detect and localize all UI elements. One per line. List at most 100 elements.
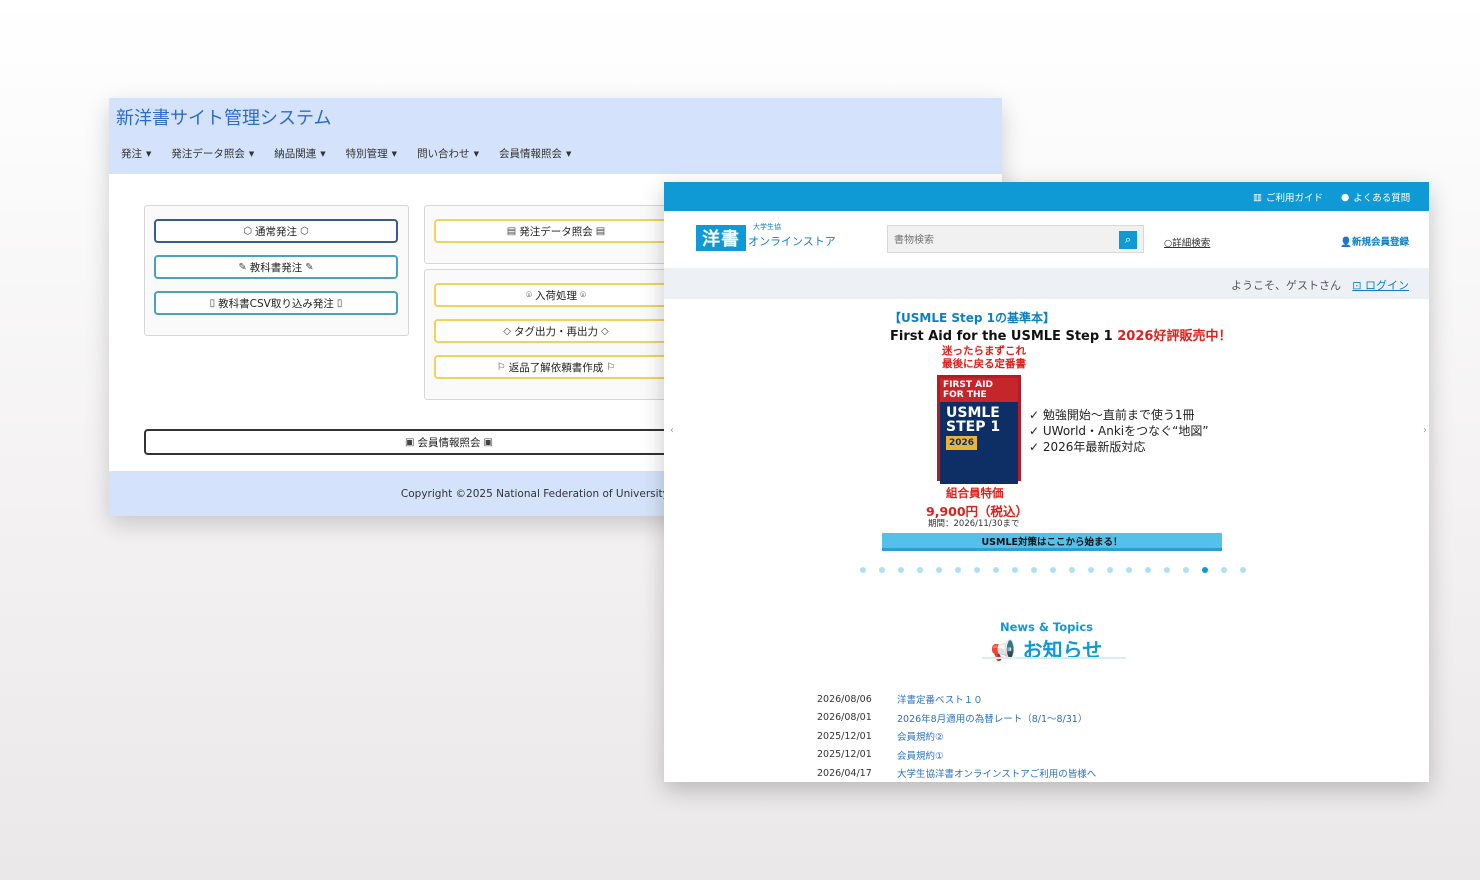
- caret-down-icon: ▼: [146, 149, 152, 158]
- next-slide-arrow[interactable]: ›: [1423, 425, 1427, 436]
- caret-down-icon: ▼: [248, 149, 255, 158]
- carousel-dot[interactable]: [917, 567, 923, 573]
- banner-catchphrase: 迷ったらまずこれ 最後に戻る定番書: [942, 345, 1026, 370]
- caret-down-icon: ▼: [565, 149, 572, 158]
- carousel-dot[interactable]: [955, 567, 961, 573]
- book-cover: FIRST AID FOR THE USMLE STEP 1 2026: [937, 375, 1021, 484]
- book-icon: ▥: [1253, 191, 1262, 203]
- search-box: ⌕: [887, 225, 1144, 254]
- textbook-order-button[interactable]: ✎ 教科書発注 ✎: [154, 255, 398, 279]
- news-item: 2026/08/01 2026年8月適用の為替レート（8/1〜8/31）: [817, 712, 1088, 725]
- nav-member[interactable]: 会員情報照会 ▼: [499, 146, 571, 161]
- carousel-dot[interactable]: [1126, 567, 1132, 573]
- id-card-icon: ▣: [483, 436, 493, 448]
- carousel-dot[interactable]: [1012, 567, 1018, 573]
- store-header: 洋書 オンラインストア 大学生協 ⌕ ○詳細検索 👤新規会員登録: [664, 211, 1429, 268]
- news-underline: [982, 657, 1126, 659]
- tag-icon: ◇: [503, 325, 511, 337]
- banner-headline: 【USMLE Step 1の基準本】: [889, 311, 1055, 325]
- news-item: 2025/12/01 会員規約①: [817, 749, 944, 762]
- box-icon: ⬡: [243, 225, 252, 237]
- pencil-icon: ✎: [305, 261, 314, 273]
- carousel-dot[interactable]: [1221, 567, 1227, 573]
- store-logo[interactable]: 洋書 オンラインストア 大学生協: [696, 223, 836, 251]
- carousel-dot[interactable]: [936, 567, 942, 573]
- carousel-dot[interactable]: [1145, 567, 1151, 573]
- caret-down-icon: ▼: [320, 149, 326, 158]
- prev-slide-arrow[interactable]: ‹: [670, 425, 674, 436]
- nav-delivery[interactable]: 納品関連 ▼: [274, 146, 325, 161]
- admin-nav: 発注 ▼ 発注データ照会 ▼ 納品関連 ▼ 特別管理 ▼ 問い合わせ ▼ 会員情報照会 ▼: [121, 146, 571, 161]
- receiving-button[interactable]: ⌾ 入荷処理 ⌾: [434, 283, 678, 307]
- box-icon: ⬡: [300, 225, 309, 237]
- register-link[interactable]: 👤新規会員登録: [1340, 234, 1409, 248]
- logo-sub: 大学生協: [753, 223, 781, 231]
- member-info-button[interactable]: ▣ 会員情報照会 ▣: [144, 429, 754, 455]
- caret-down-icon: ▼: [391, 149, 398, 158]
- banner-checklist: ✓ 勉強開始〜直前まで使う1冊 ✓ UWorld・Ankiをつなぐ“地図” ✓ …: [1029, 408, 1209, 454]
- search-icon: ⌕: [1124, 233, 1132, 246]
- flag-icon: ⚐: [606, 361, 616, 373]
- faq-link[interactable]: ● よくある質問: [1341, 190, 1410, 205]
- login-link[interactable]: ⊡ ログイン: [1352, 277, 1409, 293]
- banner-cta[interactable]: USMLE対策はここから始まる！: [882, 533, 1222, 551]
- book-title: USMLE STEP 1 2026: [940, 402, 1018, 454]
- carousel-dot[interactable]: [1164, 567, 1170, 573]
- guide-link[interactable]: ▥ ご利用ガイド: [1253, 190, 1323, 205]
- carousel-dot[interactable]: [1050, 567, 1056, 573]
- carousel-dot[interactable]: [860, 567, 866, 573]
- carousel-dot[interactable]: [1031, 567, 1037, 573]
- carousel-dot[interactable]: [1069, 567, 1075, 573]
- nav-special[interactable]: 特別管理 ▼: [346, 146, 397, 161]
- tag-icon: ◇: [601, 325, 609, 337]
- tag-output-button[interactable]: ◇ タグ出力・再出力 ◇: [434, 319, 678, 343]
- advanced-search-link[interactable]: ○詳細検索: [1164, 235, 1210, 249]
- admin-title: 新洋書サイト管理システム: [116, 108, 332, 129]
- welcome-text: ようこそ、ゲストさん: [1231, 279, 1341, 292]
- store-topbar: ▥ ご利用ガイド ● よくある質問: [664, 182, 1429, 211]
- carousel-dot[interactable]: [993, 567, 999, 573]
- news-title: News & Topics: [1000, 620, 1093, 634]
- return-request-button[interactable]: ⚐ 返品了解依頼書作成 ⚐: [434, 355, 678, 379]
- news-item: 2025/12/01 会員規約②: [817, 730, 944, 744]
- file-icon: ▯: [209, 297, 216, 309]
- question-circle-icon: ●: [1341, 191, 1350, 203]
- search-input[interactable]: [888, 226, 1116, 254]
- logo-text: オンラインストア: [748, 235, 836, 248]
- nav-order[interactable]: 発注 ▼: [121, 146, 151, 161]
- member-price-label: 組合員特価: [946, 486, 1004, 500]
- banner-title: First Aid for the USMLE Step 1 2026好評販売中…: [890, 329, 1232, 344]
- nav-inquiry[interactable]: 問い合わせ ▼: [417, 146, 479, 161]
- welcome-bar: ようこそ、ゲストさん ⊡ ログイン: [664, 268, 1429, 299]
- carousel-dot[interactable]: [1183, 567, 1189, 573]
- news-item: 2026/08/06 洋書定番ベスト１０: [817, 693, 983, 707]
- flag-icon: ⚐: [496, 361, 506, 373]
- textbook-csv-button[interactable]: ▯ 教科書CSV取り込み発注 ▯: [154, 291, 398, 315]
- location-pin-icon: ⌾: [580, 289, 586, 301]
- store-window: ▥ご利用ガイド ●よくある質問 洋書 オンラインストア 大学生協 ⌕ ○詳細検索…: [664, 182, 1429, 782]
- search-button[interactable]: ⌕: [1119, 231, 1137, 249]
- carousel-dot[interactable]: [974, 567, 980, 573]
- pencil-icon: ✎: [238, 261, 247, 273]
- user-icon: 👤: [1340, 237, 1352, 248]
- news-item: 2026/04/17 大学生協洋書オンラインストアご利用の皆様へ: [817, 767, 1097, 781]
- carousel-dot[interactable]: [1088, 567, 1094, 573]
- nav-order-data[interactable]: 発注データ照会 ▼: [171, 146, 254, 161]
- order-data-button[interactable]: ▤ 発注データ照会 ▤: [434, 219, 678, 243]
- file-icon: ▯: [336, 297, 343, 309]
- id-card-icon: ▣: [405, 436, 415, 448]
- admin-header: 新洋書サイト管理システム 発注 ▼ 発注データ照会 ▼ 納品関連 ▼ 特別管理 ▼ 問い…: [109, 98, 1002, 174]
- login-icon: ⊡: [1352, 279, 1365, 292]
- carousel-dot[interactable]: [1202, 567, 1208, 573]
- location-pin-icon: ⌾: [526, 289, 532, 301]
- normal-order-button[interactable]: ⬡ 通常発注 ⬡: [154, 219, 398, 243]
- carousel-dot[interactable]: [898, 567, 904, 573]
- banner-term: 期間：2026/11/30まで: [928, 519, 1020, 529]
- news-list: 2026/08/06 洋書定番ベスト１０ 2026/08/01 2026年8月適用の…: [817, 690, 1096, 782]
- logo-mark: 洋書: [696, 225, 746, 251]
- document-icon: ▤: [595, 225, 606, 237]
- promo-banner[interactable]: ‹ › 【USMLE Step 1の基準本】 First Aid for the…: [664, 299, 1429, 579]
- carousel-dot[interactable]: [1240, 567, 1246, 573]
- carousel-dot[interactable]: [1107, 567, 1113, 573]
- carousel-dot[interactable]: [879, 567, 885, 573]
